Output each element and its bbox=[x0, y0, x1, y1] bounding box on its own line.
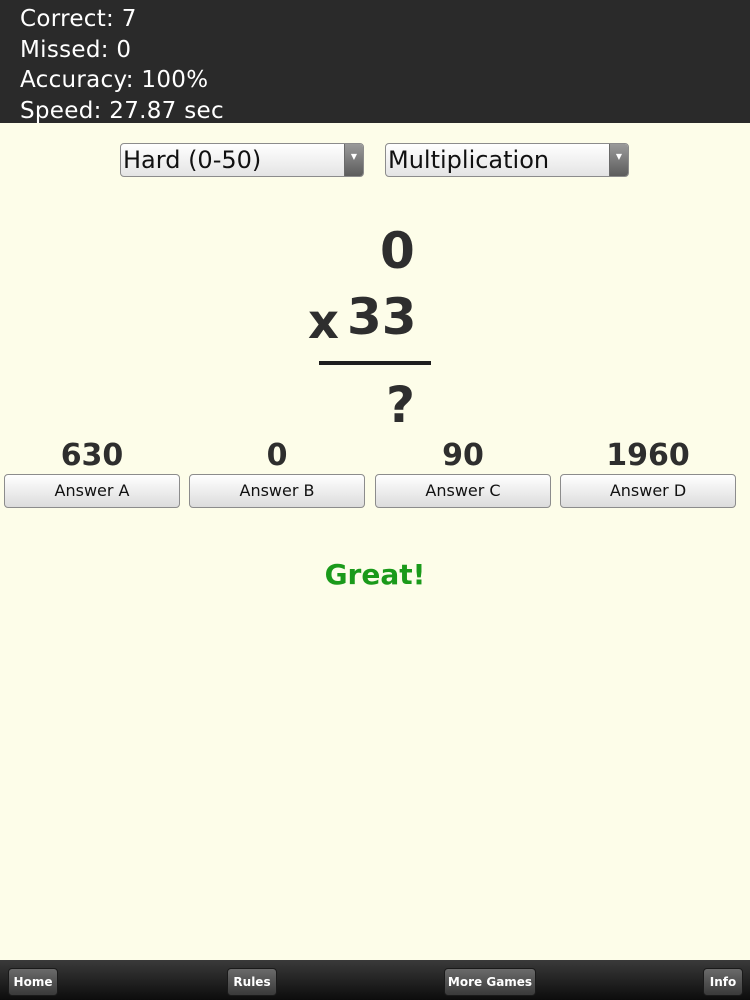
answer-d-value: 1960 bbox=[606, 438, 690, 473]
unknown-answer: ? bbox=[386, 376, 416, 434]
difficulty-select[interactable]: Hard (0-50) ▼ bbox=[120, 143, 364, 177]
multiply-sign: x bbox=[308, 294, 339, 350]
operation-select[interactable]: Multiplication ▼ bbox=[385, 143, 629, 177]
accuracy-value: Accuracy: 100% bbox=[20, 67, 209, 93]
answer-b-value: 0 bbox=[266, 438, 288, 473]
answer-option-a: 630 Answer A bbox=[4, 438, 180, 508]
answer-option-d: 1960 Answer D bbox=[560, 438, 736, 508]
answer-c-value: 90 bbox=[442, 438, 484, 473]
answer-option-b: 0 Answer B bbox=[189, 438, 365, 508]
more-games-button[interactable]: More Games bbox=[444, 968, 536, 996]
answer-d-button[interactable]: Answer D bbox=[560, 474, 736, 508]
dropdown-arrow-icon: ▼ bbox=[609, 144, 628, 176]
dropdown-arrow-icon: ▼ bbox=[344, 144, 363, 176]
speed-value: Speed: 27.87 sec bbox=[20, 97, 224, 124]
home-button[interactable]: Home bbox=[8, 968, 58, 996]
feedback-message: Great! bbox=[324, 558, 426, 591]
top-operand: 0 bbox=[380, 222, 415, 280]
correct-count: Correct: 7 bbox=[20, 6, 137, 32]
answer-b-button[interactable]: Answer B bbox=[189, 474, 365, 508]
answer-a-value: 630 bbox=[60, 438, 124, 473]
answer-a-button[interactable]: Answer A bbox=[4, 474, 180, 508]
bottom-toolbar: Home Rules More Games Info bbox=[0, 960, 750, 1000]
answer-c-button[interactable]: Answer C bbox=[375, 474, 551, 508]
operation-value: Multiplication bbox=[388, 146, 550, 174]
stats-panel: Correct: 7 Missed: 0 Accuracy: 100% Spee… bbox=[0, 0, 750, 124]
rules-button[interactable]: Rules bbox=[227, 968, 277, 996]
bottom-operand: 33 bbox=[347, 288, 417, 346]
equals-rule-line bbox=[319, 361, 431, 365]
difficulty-value: Hard (0-50) bbox=[123, 146, 262, 174]
missed-count: Missed: 0 bbox=[20, 36, 132, 63]
answer-option-c: 90 Answer C bbox=[375, 438, 551, 508]
info-button[interactable]: Info bbox=[703, 968, 743, 996]
